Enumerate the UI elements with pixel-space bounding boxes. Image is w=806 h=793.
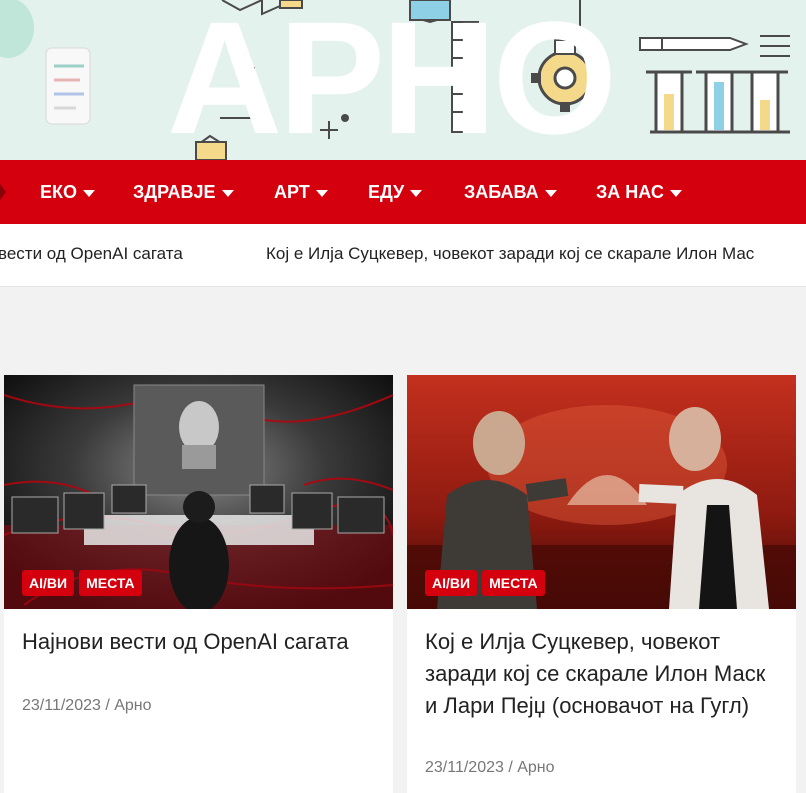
post-card: AI/ВИ МЕСТА Најнови вести од OpenAI сага… xyxy=(4,375,393,793)
nav-item-art[interactable]: АРТ xyxy=(274,160,328,224)
post-title[interactable]: Најнови вести од OpenAI сагата xyxy=(22,626,372,658)
nav-item-label: АРТ xyxy=(274,181,310,202)
caret-down-icon xyxy=(315,189,328,197)
science-illustration: АРНО xyxy=(0,0,790,160)
post-author[interactable]: Арно xyxy=(517,759,554,776)
site-logo[interactable]: АРНО xyxy=(167,0,617,160)
post-meta: 23/11/2023 / Арно xyxy=(22,697,152,715)
post-card: AI/ВИ МЕСТА Кој е Илја Суцкевер, човекот… xyxy=(407,375,796,793)
post-tags: AI/ВИ МЕСТА xyxy=(22,570,142,596)
header-banner[interactable]: АРНО xyxy=(0,0,806,160)
tag-mesta[interactable]: МЕСТА xyxy=(482,570,545,596)
caret-down-icon xyxy=(221,189,234,197)
post-title[interactable]: Кој е Илја Суцкевер, човекот заради кој … xyxy=(425,626,775,722)
nav-item-label: ЕКО xyxy=(40,181,77,202)
caret-down-icon xyxy=(83,189,95,197)
nav-item-edu[interactable]: ЕДУ xyxy=(368,160,423,224)
nav-scroll-edge xyxy=(0,184,6,200)
post-tags: AI/ВИ МЕСТА xyxy=(425,570,545,596)
news-ticker: вести од OpenAI сагата Кој е Илја Суцкев… xyxy=(0,224,806,287)
main-nav: ЕКО ЗДРАВЈЕ АРТ ЕДУ ЗАБАВА ЗА НАС xyxy=(0,160,806,224)
tag-ai[interactable]: AI/ВИ xyxy=(425,570,478,596)
ticker-item[interactable]: Кој е Илја Суцкевер, човекот заради кој … xyxy=(266,244,754,264)
nav-item-label: ЗАБАВА xyxy=(464,181,539,202)
nav-item-eko[interactable]: ЕКО xyxy=(40,160,95,224)
tag-mesta[interactable]: МЕСТА xyxy=(79,570,142,596)
post-thumbnail[interactable]: AI/ВИ МЕСТА xyxy=(407,375,796,609)
post-thumbnail[interactable]: AI/ВИ МЕСТА xyxy=(4,375,393,609)
post-date[interactable]: 23/11/2023 xyxy=(22,697,101,714)
tag-ai[interactable]: AI/ВИ xyxy=(22,570,75,596)
post-author[interactable]: Арно xyxy=(114,697,151,714)
caret-down-icon xyxy=(669,189,682,197)
nav-item-label: ЕДУ xyxy=(368,181,405,202)
nav-item-za-nas[interactable]: ЗА НАС xyxy=(596,160,682,224)
nav-item-zabava[interactable]: ЗАБАВА xyxy=(464,160,557,224)
caret-down-icon xyxy=(410,189,423,197)
nav-item-label: ЗДРАВЈЕ xyxy=(133,181,216,202)
meta-separator: / xyxy=(105,697,115,714)
nav-item-label: ЗА НАС xyxy=(596,181,664,202)
ticker-item[interactable]: вести од OpenAI сагата xyxy=(0,244,183,264)
nav-item-zdravje[interactable]: ЗДРАВЈЕ xyxy=(133,160,234,224)
caret-down-icon xyxy=(544,189,557,197)
meta-separator: / xyxy=(508,759,518,776)
post-date[interactable]: 23/11/2023 xyxy=(425,759,504,776)
post-meta: 23/11/2023 / Арно xyxy=(425,759,555,777)
